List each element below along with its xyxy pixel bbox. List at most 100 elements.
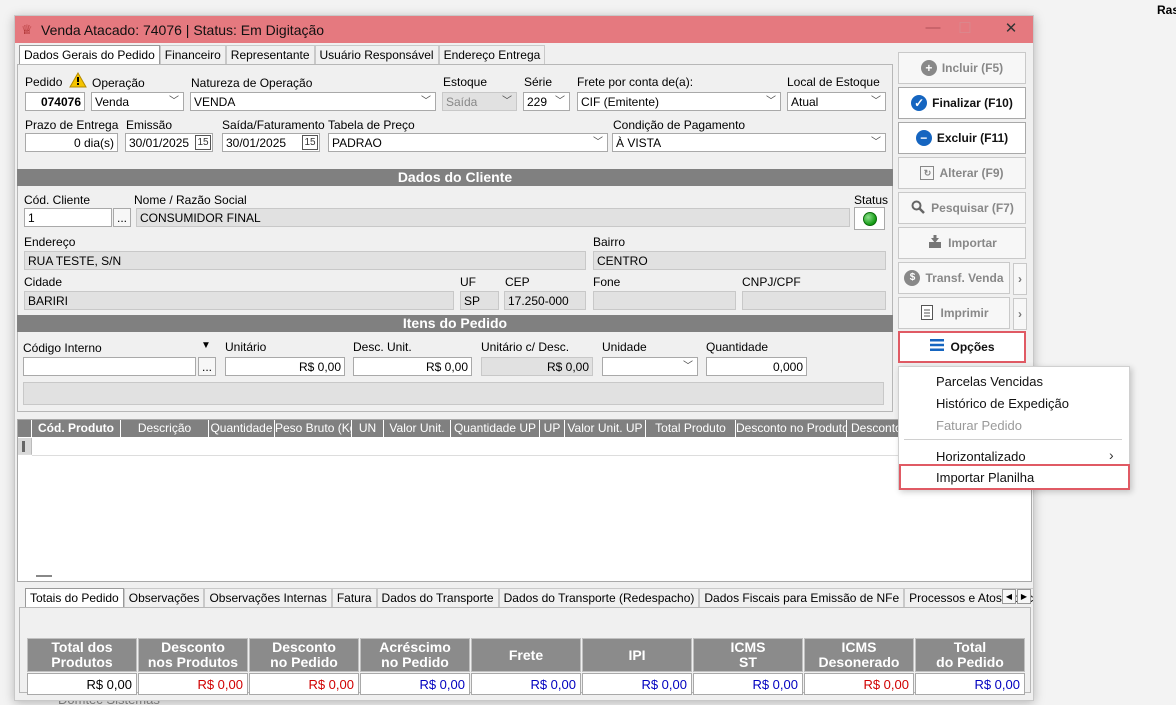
tab-dados-fiscais[interactable]: Dados Fiscais para Emissão de NFe	[699, 588, 905, 608]
total-header: Total do Pedido	[915, 638, 1025, 672]
operacao-select[interactable]: Venda ﹀	[91, 92, 184, 111]
total-header-text: ICMS Desonerado	[819, 640, 900, 670]
chevron-down-icon[interactable]: ﹀	[552, 94, 568, 109]
col-valor-unit-up[interactable]: Valor Unit. UP	[565, 420, 646, 437]
chevron-down-icon[interactable]: ﹀	[680, 359, 696, 374]
chevron-down-icon[interactable]: ﹀	[868, 135, 884, 150]
col-cod-produto[interactable]: Cód. Produto	[32, 420, 121, 437]
tab-usuario-responsavel[interactable]: Usuário Responsável	[314, 45, 439, 65]
unidade-select[interactable]: ﹀	[602, 357, 698, 376]
tab-totais[interactable]: Totais do Pedido	[25, 588, 124, 609]
minimize-button[interactable]: —	[918, 19, 948, 39]
total-header-text: IPI	[628, 647, 645, 663]
alterar-button[interactable]: ↻ Alterar (F9)	[898, 157, 1026, 189]
tab-observacoes[interactable]: Observações	[123, 588, 205, 608]
saida-date-field[interactable]: 30/01/2025 15	[222, 133, 320, 152]
tabela-preco-select[interactable]: PADRAO ﹀	[328, 133, 608, 152]
pesquisar-button[interactable]: Pesquisar (F7)	[898, 192, 1026, 224]
transf-venda-arrow-icon[interactable]: ›	[1013, 263, 1027, 295]
prazo-field[interactable]: 0 dia(s)	[25, 133, 118, 152]
desc-unit-field[interactable]: R$ 0,00	[353, 357, 472, 376]
local-estoque-select[interactable]: Atual ﹀	[787, 92, 886, 111]
unidade-label: Unidade	[602, 340, 647, 354]
importar-button[interactable]: Importar	[898, 227, 1026, 259]
grid-current-row-marker	[18, 438, 32, 455]
col-desconto[interactable]: Desconto	[847, 420, 899, 437]
quantidade-field[interactable]: 0,000	[706, 357, 807, 376]
chevron-down-icon[interactable]: ﹀	[763, 94, 779, 109]
chevron-down-icon[interactable]: ﹀	[868, 94, 884, 109]
frete-select[interactable]: CIF (Emitente) ﹀	[577, 92, 781, 111]
opcoes-label: Opções	[950, 340, 995, 354]
maximize-button[interactable]: ☐	[950, 19, 980, 39]
close-button[interactable]: ✕	[996, 19, 1026, 39]
tab-observacoes-internas[interactable]: Observações Internas	[204, 588, 332, 608]
total-label-line1: Desconto	[161, 639, 225, 655]
total-label-line1: Total dos	[51, 639, 113, 655]
imprimir-button[interactable]: Imprimir ›	[898, 297, 1027, 330]
transf-venda-button[interactable]: $ Transf. Venda ›	[898, 262, 1027, 295]
tab-representante[interactable]: Representante	[225, 45, 315, 65]
col-peso-bruto[interactable]: Peso Bruto (Kg)	[275, 420, 352, 437]
col-valor-unit[interactable]: Valor Unit.	[384, 420, 451, 437]
imprimir-arrow-icon[interactable]: ›	[1013, 298, 1027, 330]
pedido-field[interactable]: 074076	[25, 92, 85, 111]
col-un[interactable]: UN	[352, 420, 384, 437]
total-label-line1: Desconto	[272, 639, 336, 655]
cod-cliente-field[interactable]: 1	[24, 208, 112, 227]
incluir-button[interactable]: + Incluir (F5)	[898, 52, 1026, 84]
total-label-line2: ST	[739, 654, 757, 670]
tab-transporte[interactable]: Dados do Transporte	[376, 588, 499, 608]
uf-label: UF	[460, 275, 476, 289]
unitario-field[interactable]: R$ 0,00	[225, 357, 345, 376]
submenu-arrow-icon: ›	[1109, 447, 1114, 463]
serie-select[interactable]: 229 ﹀	[523, 92, 570, 111]
estoque-label: Estoque	[443, 75, 488, 89]
col-desconto-produto[interactable]: Desconto no Produto	[736, 420, 847, 437]
menu-item-horizontalizado[interactable]: Horizontalizado	[936, 449, 1026, 464]
tab-transporte-redespacho[interactable]: Dados do Transporte (Redespacho)	[498, 588, 700, 608]
col-total-produto[interactable]: Total Produto	[646, 420, 736, 437]
chevron-down-icon[interactable]: ﹀	[590, 135, 606, 150]
grid-scroll-handle[interactable]	[36, 575, 52, 577]
total-value: R$ 0,00	[915, 673, 1025, 695]
menu-item-historico-expedicao[interactable]: Histórico de Expedição	[936, 396, 1069, 411]
cep-label: CEP	[505, 275, 530, 289]
menu-item-parcelas-vencidas[interactable]: Parcelas Vencidas	[936, 374, 1043, 389]
finalizar-button[interactable]: ✓ Finalizar (F10)	[898, 87, 1026, 119]
menu-item-importar-planilha-box[interactable]: Importar Planilha	[899, 464, 1130, 490]
excluir-button[interactable]: − Excluir (F11)	[898, 122, 1026, 154]
chevron-down-icon[interactable]: ﹀	[166, 94, 182, 109]
condicao-select[interactable]: À VISTA ﹀	[612, 133, 886, 152]
natureza-select[interactable]: VENDA ﹀	[190, 92, 436, 111]
col-up[interactable]: UP	[540, 420, 565, 437]
tab-scroll-right-icon[interactable]: ▶	[1017, 589, 1031, 604]
tab-endereco-entrega[interactable]: Endereço Entrega	[438, 45, 546, 65]
calendar-icon[interactable]: 15	[302, 135, 318, 150]
tab-fatura[interactable]: Fatura	[331, 588, 377, 608]
col-quantidade-up[interactable]: Quantidade UP	[451, 420, 540, 437]
emissao-date-field[interactable]: 30/01/2025 15	[125, 133, 213, 152]
total-header-text: ICMS ST	[731, 640, 766, 670]
tab-dados-gerais[interactable]: Dados Gerais do Pedido	[19, 45, 160, 66]
caret-down-icon[interactable]: ▼	[201, 340, 211, 351]
transf-venda-label: Transf. Venda	[925, 271, 1004, 285]
codigo-interno-field[interactable]	[23, 357, 196, 376]
cliente-browse-button[interactable]: ...	[113, 208, 131, 227]
menu-item-importar-planilha[interactable]: Importar Planilha	[936, 470, 1034, 485]
opcoes-button[interactable]: Opções	[898, 331, 1026, 363]
col-quantidade[interactable]: Quantidade	[209, 420, 275, 437]
check-circle-icon: ✓	[911, 95, 928, 111]
unitario-label: Unitário	[225, 340, 267, 354]
chevron-down-icon[interactable]: ﹀	[418, 94, 434, 109]
tab-financeiro[interactable]: Financeiro	[159, 45, 226, 65]
col-descricao[interactable]: Descrição	[121, 420, 209, 437]
item-browse-button[interactable]: ...	[198, 357, 216, 376]
title-bar: ♕ Venda Atacado: 74076 | Status: Em Digi…	[15, 16, 1033, 43]
incluir-label: Incluir (F5)	[941, 61, 1004, 75]
sale-window: ♕ Venda Atacado: 74076 | Status: Em Digi…	[14, 15, 1034, 701]
grid-first-row[interactable]	[32, 438, 1033, 456]
cep-field: 17.250-000	[504, 291, 586, 310]
calendar-icon[interactable]: 15	[195, 135, 211, 150]
tab-scroll-left-icon[interactable]: ◀	[1002, 589, 1016, 604]
